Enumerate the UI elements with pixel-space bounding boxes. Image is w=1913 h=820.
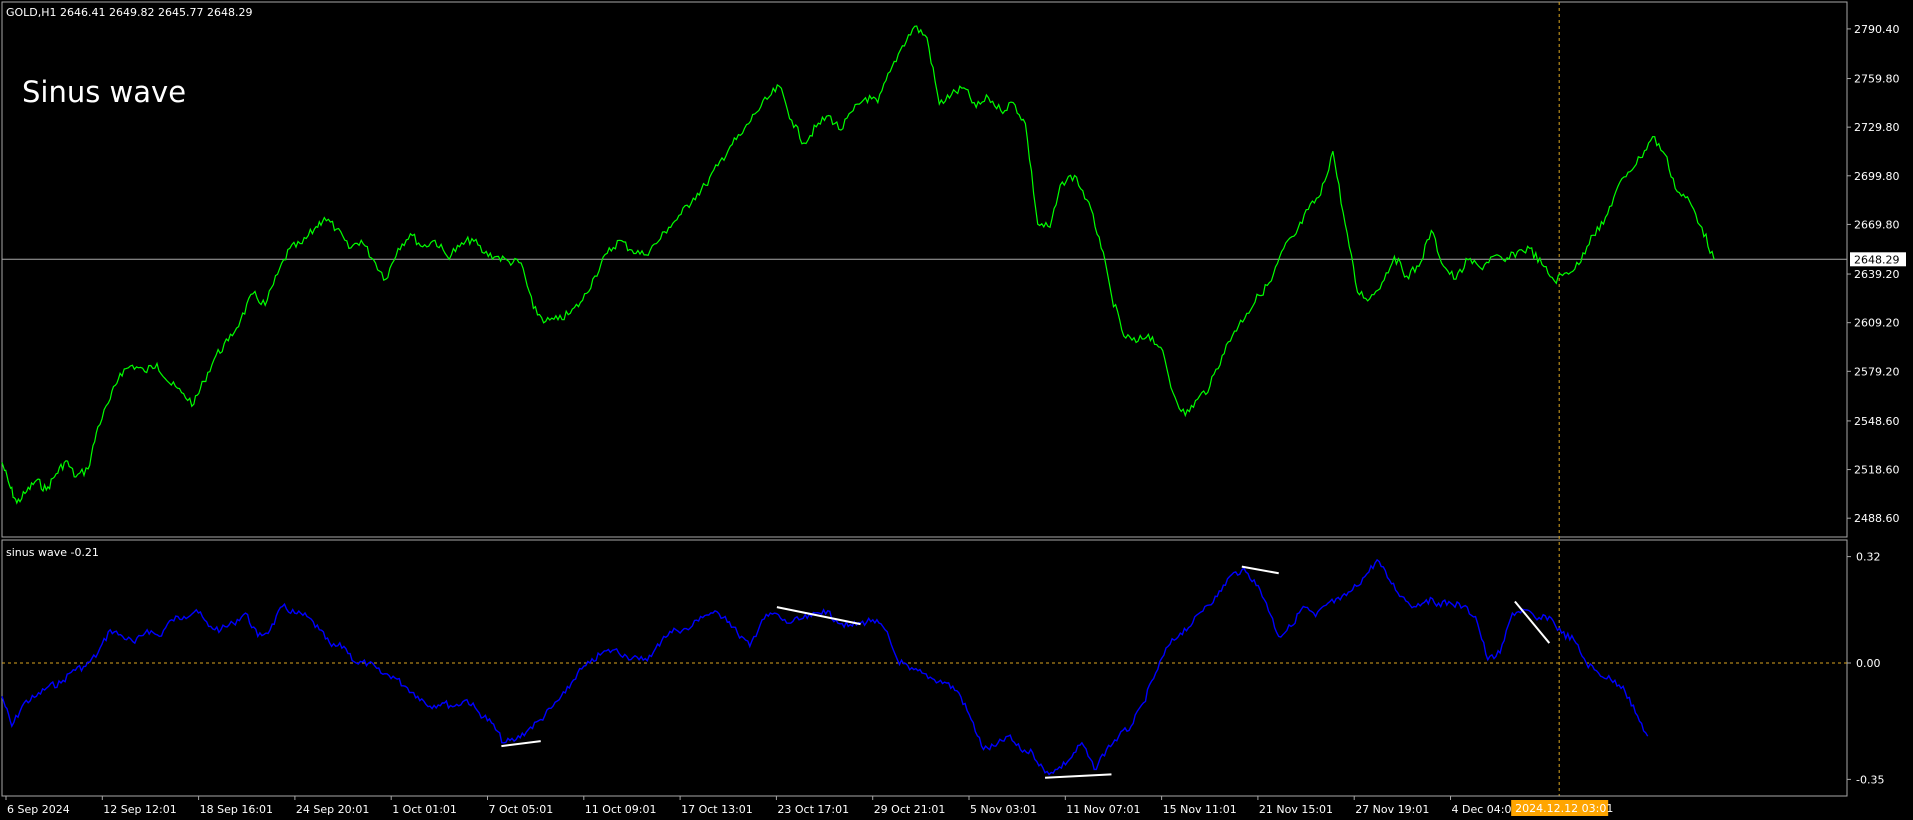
price-axis-label: 2579.20	[1854, 365, 1900, 378]
price-axis-label: 2488.60	[1854, 512, 1900, 525]
oscillator-axis-label: 0.00	[1856, 657, 1881, 670]
mt-chart[interactable]: 2790.40 2759.80 2729.80 2699.80 2669.80 2639.…	[0, 0, 1913, 820]
oscillator-axis-label: 0.32	[1856, 551, 1881, 564]
oscillator-info-label: sinus wave -0.21	[6, 546, 99, 559]
price-axis-label: 2790.40	[1854, 23, 1900, 36]
annotation-sinus-wave: Sinus wave	[22, 75, 186, 109]
symbol-info-label: GOLD,H1 2646.41 2649.82 2645.77 2648.29	[6, 6, 253, 19]
price-axis-label: 2699.80	[1854, 170, 1900, 183]
time-axis-label: 11 Nov 07:01	[1066, 803, 1140, 816]
time-axis-label: 24 Sep 20:01	[296, 803, 369, 816]
time-axis-label: 27 Nov 19:01	[1355, 803, 1429, 816]
time-axis-label: 6 Sep 2024	[7, 803, 70, 816]
price-axis-label: 2609.20	[1854, 317, 1900, 330]
price-axis-label: 2518.60	[1854, 464, 1900, 477]
chart-background	[0, 0, 1913, 820]
time-axis-label: 29 Oct 21:01	[874, 803, 946, 816]
oscillator-axis-label: -0.35	[1856, 773, 1884, 786]
current-price-badge-text: 2648.29	[1854, 253, 1900, 266]
time-axis-label: 15 Nov 11:01	[1163, 803, 1237, 816]
price-axis-label: 2669.80	[1854, 218, 1900, 231]
time-axis-label: 18 Sep 16:01	[200, 803, 273, 816]
price-axis-label: 2729.80	[1854, 121, 1900, 134]
time-axis-label: 1 Oct 01:01	[392, 803, 457, 816]
time-axis-label: 23 Oct 17:01	[777, 803, 849, 816]
price-axis-label: 2639.20	[1854, 268, 1900, 281]
price-axis-label: 2759.80	[1854, 73, 1900, 86]
time-axis-label: 17 Oct 13:01	[681, 803, 753, 816]
time-axis-label: 5 Nov 03:01	[970, 803, 1037, 816]
time-axis-label: 11 Oct 09:01	[585, 803, 657, 816]
cursor-time-badge-text: 2024.12.12 03:01	[1515, 802, 1613, 815]
price-axis-label: 2548.60	[1854, 415, 1900, 428]
time-axis-label: 4 Dec 04:01	[1452, 803, 1519, 816]
time-axis-label: 7 Oct 05:01	[489, 803, 554, 816]
time-axis-label: 21 Nov 15:01	[1259, 803, 1333, 816]
time-axis-label: 12 Sep 12:01	[103, 803, 176, 816]
